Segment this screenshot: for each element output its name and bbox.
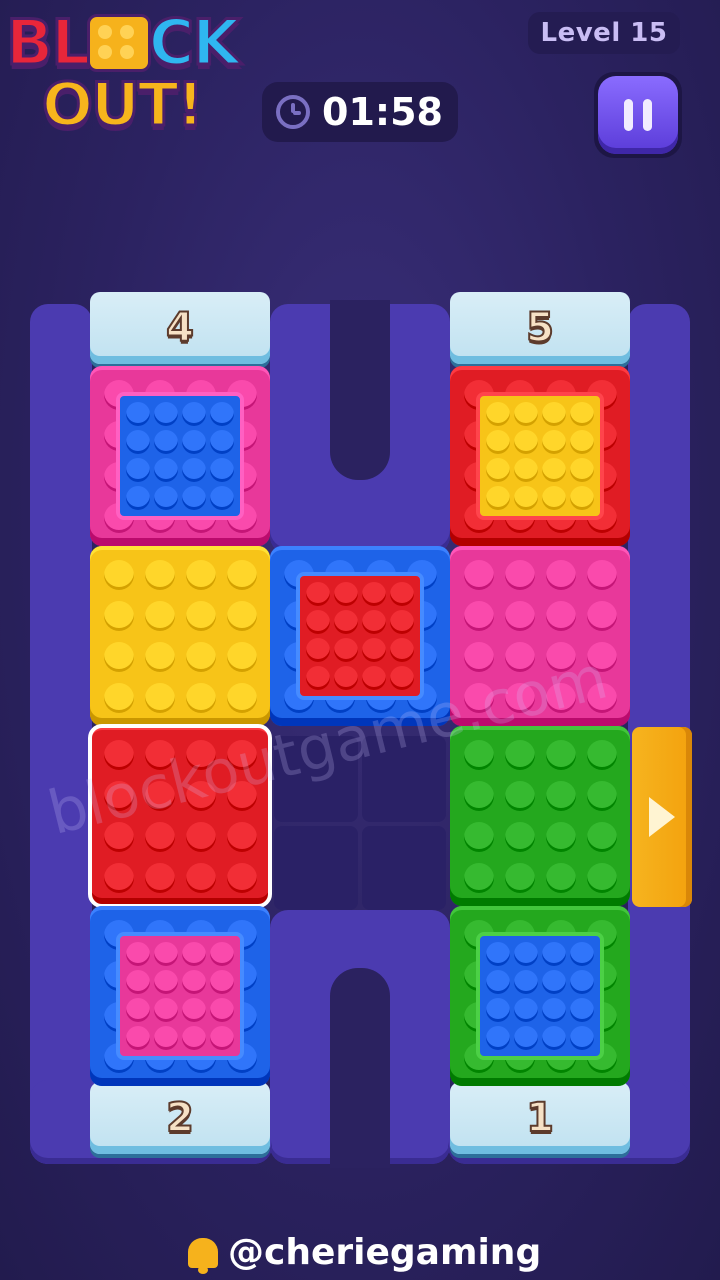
gate-2: 2 — [90, 1082, 270, 1154]
exit-gate — [632, 727, 692, 907]
inner-studs — [484, 400, 596, 512]
notch-bottom — [330, 968, 390, 1168]
board-wall-left — [30, 304, 92, 1164]
inner-studs — [304, 580, 416, 692]
empty-cell — [362, 826, 446, 910]
inner-studs — [124, 940, 236, 1052]
notch-top — [330, 300, 390, 480]
block-yellow[interactable] — [90, 546, 270, 726]
block-red-yellow[interactable] — [450, 366, 630, 546]
gate-4: 4 — [90, 292, 270, 364]
inner-studs — [124, 400, 236, 512]
gate-5: 5 — [450, 292, 630, 364]
block-green-blue[interactable] — [450, 906, 630, 1086]
inner-block-blue — [476, 932, 604, 1060]
credit: @cheriegaming — [188, 1232, 542, 1274]
block-green[interactable] — [450, 726, 630, 906]
block-studs — [458, 734, 622, 898]
game-board: 4 5 2 1 — [0, 0, 720, 1280]
credit-handle: @cheriegaming — [228, 1232, 542, 1273]
gate-1: 1 — [450, 1082, 630, 1154]
inner-block-yellow — [476, 392, 604, 520]
inner-block-red — [296, 572, 424, 700]
inner-studs — [484, 940, 596, 1052]
inner-block-blue — [116, 392, 244, 520]
bell-icon — [188, 1237, 218, 1274]
empty-cell — [274, 826, 358, 910]
play-arrow-icon — [649, 797, 675, 837]
block-pink-blue[interactable] — [90, 366, 270, 546]
block-blue-pink[interactable] — [90, 906, 270, 1086]
inner-block-pink — [116, 932, 244, 1060]
block-studs — [98, 554, 262, 718]
